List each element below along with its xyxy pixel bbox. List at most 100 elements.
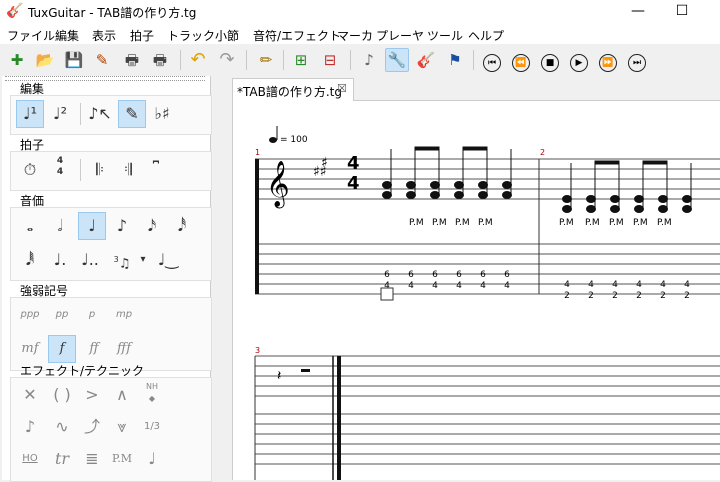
tab-fret: 4 [660, 280, 666, 290]
dotted-note-icon[interactable]: ♩. [46, 246, 74, 274]
menu-file[interactable]: ファイル [7, 27, 55, 44]
save-icon[interactable]: 💾 [62, 48, 86, 72]
tab-fret: 6 [384, 270, 390, 280]
measure-number-2: 2 [540, 148, 545, 157]
maximize-button[interactable]: ☐ [660, 2, 704, 22]
last-icon[interactable]: ⏭ [625, 48, 649, 72]
eighth-note-icon[interactable]: ♪ [108, 212, 136, 240]
tuxguitar-logo-icon: 🎸 [6, 3, 24, 19]
voice-2-icon[interactable]: ♩² [46, 100, 74, 128]
first-icon[interactable]: ⏮ [480, 48, 504, 72]
grace-note-icon[interactable]: ♪ [16, 413, 44, 441]
tremolo-bar-icon[interactable]: ⩔ [108, 413, 136, 441]
dynamic-mp[interactable]: mp [110, 301, 138, 329]
tab-fret: 6 [504, 270, 510, 280]
repeat-open-icon[interactable]: 𝄆 [86, 156, 114, 184]
score-canvas: 1 2 = 100 𝄞 ♯♯ ♯ 4 4 P.M P.M P.M P.M 6 4… [254, 126, 720, 480]
dynamic-f[interactable]: f [48, 335, 76, 363]
add-track-icon[interactable]: ⊞ [289, 48, 313, 72]
natural-harmonic-icon[interactable]: NH ◆ [138, 381, 166, 409]
menu-measure[interactable]: 小節 [215, 27, 239, 44]
timesig-top: 4 [347, 153, 360, 174]
note-mode-icon[interactable]: ♪ [357, 48, 381, 72]
tab-fret: 2 [660, 291, 666, 301]
toolbar-separator [246, 50, 247, 70]
dynamic-ff[interactable]: ff [80, 335, 108, 363]
minimize-button[interactable]: — [616, 2, 660, 22]
menu-time[interactable]: 拍子 [130, 27, 154, 44]
menu-note-effect[interactable]: 音符/エフェクト [253, 27, 341, 44]
accent-icon[interactable]: > [78, 381, 106, 409]
tuplet-dropdown-icon[interactable]: ▾ [136, 246, 150, 274]
menu-player[interactable]: プレーヤ [376, 27, 424, 44]
metronome-icon[interactable]: ⏱ [16, 156, 44, 184]
dynamic-fff[interactable]: fff [110, 335, 138, 363]
toolbar-separator [283, 50, 284, 70]
quarter-note-icon[interactable]: ♩ [78, 212, 106, 240]
repeat-close-icon[interactable]: 𝄇 [114, 156, 142, 184]
settings-icon[interactable]: 🔧 [385, 48, 409, 72]
voice-1-icon[interactable]: ♩¹ [16, 100, 44, 128]
menu-track[interactable]: トラック [167, 27, 215, 44]
tab-fret: 4 [564, 280, 570, 290]
hammer-on-icon[interactable]: HO [16, 445, 44, 473]
fraction-icon[interactable]: 1/3 [138, 413, 166, 441]
guitar-icon[interactable]: 🎸 [414, 48, 438, 72]
toolbar-separator [473, 50, 474, 70]
menu-help[interactable]: ヘルプ [468, 27, 504, 44]
half-rest [301, 369, 310, 372]
pm-label: P.M [478, 218, 493, 228]
tied-note-icon[interactable]: ♩‿ [154, 246, 182, 274]
remove-track-icon[interactable]: ⊟ [318, 48, 342, 72]
tempo-note [269, 137, 277, 143]
timesig-icon[interactable]: 44 [46, 156, 74, 184]
menu-view[interactable]: 表示 [92, 27, 116, 44]
pm-label: P.M [409, 218, 424, 228]
play-icon[interactable]: ▶ [567, 48, 591, 72]
staccato-icon[interactable]: ♩ [138, 445, 166, 473]
bend-icon[interactable]: ⤴ [78, 413, 106, 441]
edit-mode-icon[interactable]: ✎ [118, 100, 146, 128]
thirtysecond-note-icon[interactable]: 𝅘𝅥𝅰 [168, 212, 196, 240]
alternate-ending-icon[interactable]: ⎴ [142, 156, 170, 184]
measure-number-3: 3 [255, 346, 260, 355]
previous-icon[interactable]: ⏪ [509, 48, 533, 72]
undo-icon[interactable]: ↶ [186, 48, 210, 72]
edit-properties-icon[interactable]: ✎ [90, 48, 114, 72]
menu-edit[interactable]: 編集 [55, 27, 79, 44]
dynamic-pp[interactable]: pp [48, 301, 76, 329]
score-area[interactable]: 1 2 = 100 𝄞 ♯♯ ♯ 4 4 P.M P.M P.M P.M 6 4… [232, 101, 720, 480]
tremolo-picking-icon[interactable]: ≣ [78, 445, 106, 473]
sixtyfourth-note-icon[interactable]: 𝅘𝅥𝅱 [16, 246, 44, 274]
next-icon[interactable]: ⏩ [596, 48, 620, 72]
dead-note-icon[interactable]: ✕ [16, 381, 44, 409]
dynamic-ppp[interactable]: ppp [16, 301, 44, 329]
timesig-bottom: 4 [347, 173, 360, 194]
sixteenth-note-icon[interactable]: 𝅘𝅥𝅯 [138, 212, 166, 240]
heavy-accent-icon[interactable]: ∧ [108, 381, 136, 409]
ghost-note-icon[interactable]: ( ) [48, 381, 76, 409]
open-file-icon[interactable]: 📂 [33, 48, 57, 72]
natural-sharp-icon[interactable]: ♭♯ [148, 100, 176, 128]
select-mode-icon[interactable]: ♪↖ [86, 100, 114, 128]
close-tab-icon[interactable]: ☒ [337, 82, 347, 95]
print-preview-icon[interactable]: 🖶 [148, 48, 172, 72]
redo-icon[interactable]: ↷ [215, 48, 239, 72]
vibrato-icon[interactable]: ∿ [48, 413, 76, 441]
print-icon[interactable]: 🖶 [120, 48, 144, 72]
half-note-icon[interactable]: 𝅗𝅥 [46, 212, 74, 240]
dynamic-p[interactable]: p [78, 301, 106, 329]
new-file-icon[interactable]: ✚ [5, 48, 29, 72]
dynamic-mf[interactable]: mf [16, 335, 44, 363]
palm-mute-icon[interactable]: P.M [108, 445, 136, 473]
tuplet-icon[interactable]: 3♫ [108, 246, 136, 274]
trill-icon[interactable]: tr [48, 445, 76, 473]
menu-marker[interactable]: マーカ [337, 27, 373, 44]
flag-icon[interactable]: ⚑ [443, 48, 467, 72]
document-tab[interactable]: *TAB譜の作り方.tg ☒ [232, 78, 354, 101]
menu-tools[interactable]: ツール [427, 27, 463, 44]
pencil-icon[interactable]: ✏ [254, 48, 278, 72]
stop-icon[interactable]: ■ [538, 48, 562, 72]
whole-note-icon[interactable]: 𝅝 [16, 212, 44, 240]
double-dotted-note-icon[interactable]: ♩.. [76, 246, 104, 274]
